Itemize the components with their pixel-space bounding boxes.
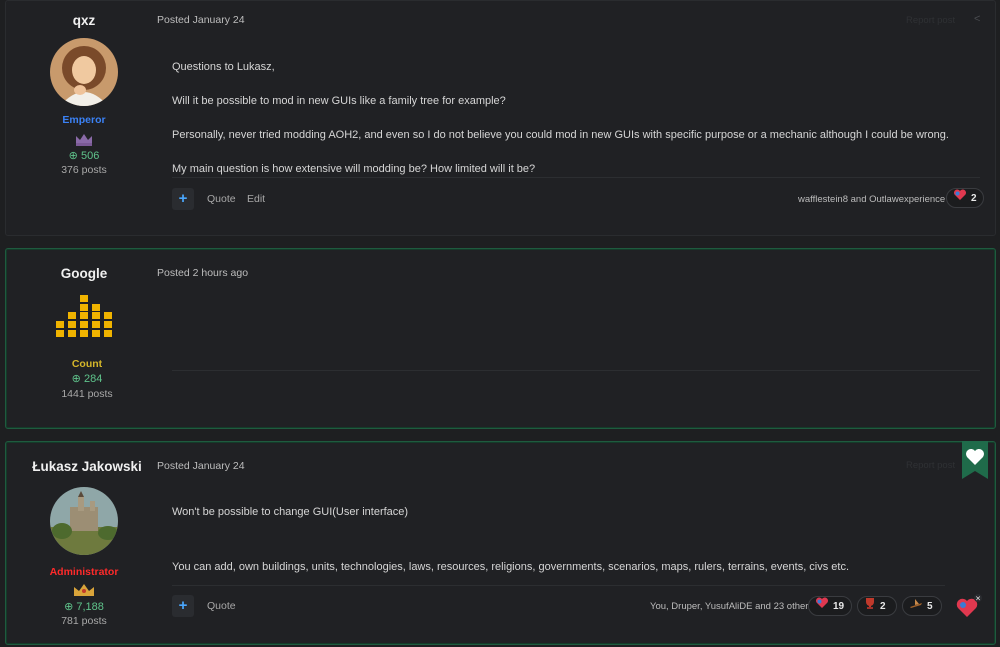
rank-title: Administrator bbox=[49, 566, 119, 578]
reacted-by[interactable]: wafflestein8 and Outlawexperience bbox=[798, 194, 945, 205]
post-date[interactable]: Posted January 24 bbox=[157, 14, 245, 26]
avatar[interactable] bbox=[50, 38, 118, 106]
author-panel: qxz Emperor ⊕ 506 376 posts bbox=[6, 13, 162, 176]
report-post-link[interactable]: Report post bbox=[906, 15, 955, 26]
content-line: Personally, never tried modding AOH2, an… bbox=[172, 129, 949, 141]
avatar[interactable] bbox=[56, 295, 112, 337]
post-count: 781 posts bbox=[61, 615, 107, 627]
reaction-count: 19 bbox=[833, 601, 845, 613]
heart-reaction-icon bbox=[953, 189, 967, 208]
trophy-reaction-icon bbox=[864, 597, 876, 616]
author-name[interactable]: qxz bbox=[6, 13, 162, 28]
rank-title: Emperor bbox=[62, 114, 106, 126]
quote-button[interactable]: Quote bbox=[207, 600, 236, 612]
heart-reaction-icon bbox=[815, 597, 829, 616]
content-line: Won't be possible to change GUI(User int… bbox=[172, 506, 409, 518]
ship-reaction-icon bbox=[909, 597, 923, 616]
heart-react-icon: × bbox=[956, 594, 982, 617]
edit-button[interactable]: Edit bbox=[247, 193, 265, 205]
crown-badge-icon bbox=[6, 582, 162, 600]
reaction-pill[interactable]: 5 bbox=[902, 596, 942, 616]
reputation: ⊕ 284 bbox=[12, 372, 162, 385]
content-line: Will it be possible to mod in new GUIs l… bbox=[172, 95, 506, 107]
divider bbox=[172, 370, 980, 371]
rank-title: Count bbox=[71, 358, 103, 370]
reaction-pill[interactable]: 2 bbox=[946, 188, 984, 208]
post-google: Google Count ⊕ 284 1441 posts Posted 2 h… bbox=[5, 248, 996, 429]
post-qxz: qxz Emperor ⊕ 506 376 posts Posted Janua… bbox=[5, 0, 996, 236]
divider bbox=[172, 177, 980, 178]
post-lukasz: Łukasz Jakowski Administrator ⊕ 7,188 78… bbox=[5, 441, 996, 645]
content-line: My main question is how extensive will m… bbox=[172, 163, 536, 175]
svg-text:×: × bbox=[975, 595, 981, 603]
reacted-by[interactable]: You, Druper, YusufAliDE and 23 others bbox=[650, 601, 813, 612]
reputation-plus-icon: ⊕ bbox=[64, 601, 74, 613]
reputation-value: 506 bbox=[80, 150, 100, 162]
rank-badge-icon bbox=[6, 132, 162, 148]
reputation: ⊕ 506 bbox=[6, 149, 162, 162]
avatar[interactable] bbox=[50, 487, 118, 555]
content-line: Questions to Lukasz, bbox=[172, 61, 275, 73]
reputation: ⊕ 7,188 bbox=[6, 600, 162, 613]
post-date[interactable]: Posted 2 hours ago bbox=[157, 267, 248, 279]
reaction-pill[interactable]: 2 bbox=[857, 596, 897, 616]
react-button[interactable]: × bbox=[955, 593, 983, 621]
content-line: You can add, own buildings, units, techn… bbox=[172, 561, 850, 573]
post-count: 376 posts bbox=[61, 164, 107, 176]
reputation-value: 284 bbox=[83, 373, 103, 385]
multiquote-button[interactable]: + bbox=[172, 595, 194, 617]
reputation-plus-icon: ⊕ bbox=[68, 150, 78, 162]
share-icon[interactable]: < bbox=[974, 13, 980, 25]
bar-logo-icon bbox=[56, 295, 112, 337]
author-name[interactable]: Google bbox=[6, 266, 162, 281]
multiquote-button[interactable]: + bbox=[172, 188, 194, 210]
post-count: 1441 posts bbox=[61, 388, 113, 400]
reputation-plus-icon: ⊕ bbox=[71, 373, 81, 385]
author-panel: Łukasz Jakowski Administrator ⊕ 7,188 78… bbox=[6, 459, 162, 627]
reaction-count: 5 bbox=[927, 601, 933, 613]
reputation-value: 7,188 bbox=[76, 601, 104, 613]
report-post-link[interactable]: Report post bbox=[906, 460, 955, 471]
reaction-count: 2 bbox=[880, 601, 886, 613]
featured-heart-badge-icon bbox=[962, 441, 988, 479]
reaction-count: 2 bbox=[971, 193, 977, 205]
quote-button[interactable]: Quote bbox=[207, 193, 236, 205]
divider bbox=[172, 585, 945, 586]
author-name[interactable]: Łukasz Jakowski bbox=[12, 459, 162, 474]
reaction-pill[interactable]: 19 bbox=[808, 596, 852, 616]
post-date[interactable]: Posted January 24 bbox=[157, 460, 245, 472]
author-panel: Google Count ⊕ 284 1441 posts bbox=[6, 266, 162, 400]
